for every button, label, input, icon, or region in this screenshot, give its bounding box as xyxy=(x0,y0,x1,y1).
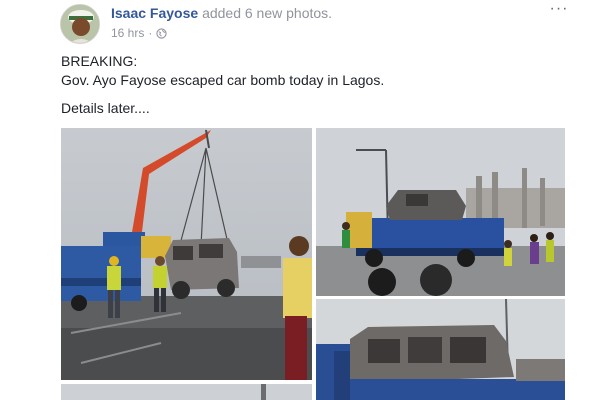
post-header: Isaac Fayose added 6 new photos. xyxy=(111,5,332,21)
post-action-text: added 6 new photos. xyxy=(202,5,333,21)
post-text-line-headline: Gov. Ayo Fayose escaped car bomb today i… xyxy=(61,72,385,88)
avatar-image xyxy=(61,5,99,43)
photo-crane-burnt-suv[interactable] xyxy=(61,128,312,380)
more-options-icon[interactable]: ··· xyxy=(548,1,570,20)
post-meta: 16 hrs · xyxy=(111,26,167,40)
author-name-link[interactable]: Isaac Fayose xyxy=(111,5,198,21)
globe-icon[interactable] xyxy=(156,27,167,39)
photo-burnt-vehicle-closeup[interactable] xyxy=(316,299,565,400)
timestamp-link[interactable]: 16 hrs xyxy=(111,26,144,40)
photo-fourth-partial[interactable] xyxy=(61,384,312,400)
post-text-line-details: Details later.... xyxy=(61,100,150,116)
meta-separator: · xyxy=(148,26,153,40)
author-avatar[interactable] xyxy=(60,4,100,44)
photo-truck-on-road[interactable] xyxy=(316,128,565,296)
post-text-line-breaking: BREAKING: xyxy=(61,53,138,69)
post-text: BREAKING: Gov. Ayo Fayose escaped car bo… xyxy=(61,52,561,118)
facebook-post: Isaac Fayose added 6 new photos. 16 hrs … xyxy=(0,0,600,400)
